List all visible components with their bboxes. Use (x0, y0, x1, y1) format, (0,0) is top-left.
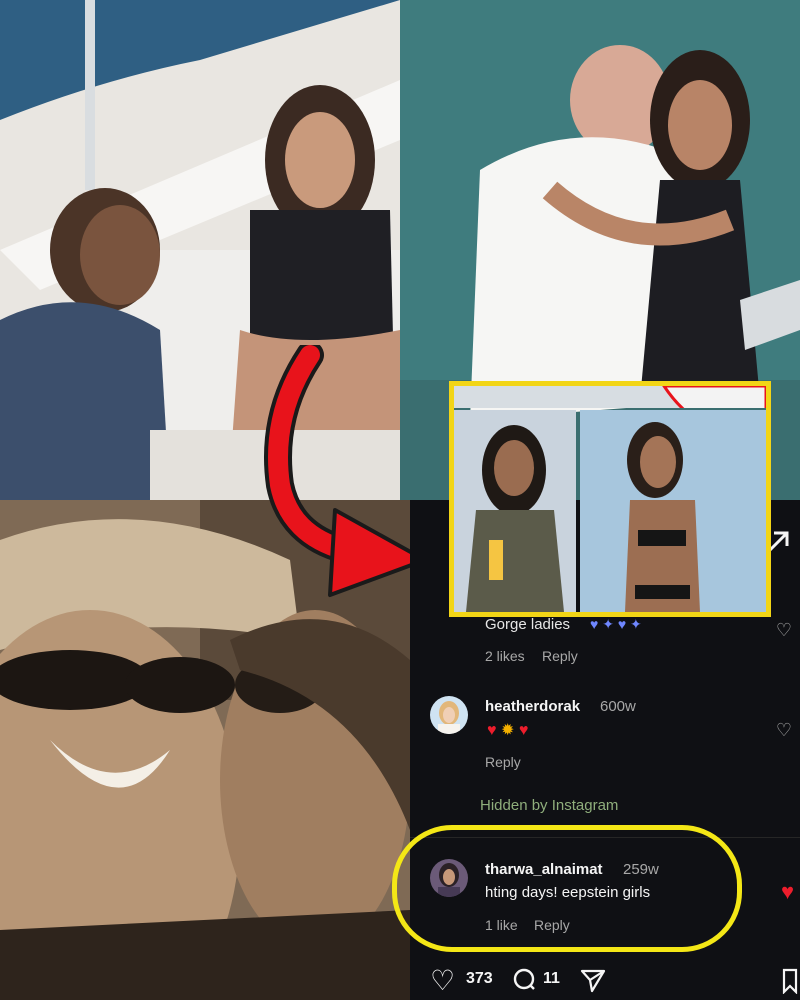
heart-outline-icon[interactable]: ♡ (776, 720, 792, 741)
like-count: 2 likes (485, 648, 525, 664)
heart-filled-icon[interactable]: ♥ (781, 879, 794, 905)
reply-link[interactable]: Reply (542, 648, 578, 664)
heart-outline-icon[interactable]: ♡ (776, 620, 792, 641)
likes-count: 373 (466, 970, 493, 987)
comment-icon[interactable] (513, 968, 535, 990)
emoji-hearts: ♥ ✹ ♥ (487, 722, 529, 739)
reply-link[interactable]: Reply (485, 754, 521, 770)
username[interactable]: heatherdorak (485, 698, 580, 715)
comment-age: 600w (600, 698, 636, 715)
highlight-oval (392, 825, 742, 952)
emoji-row: ♥ ✦ ♥ ✦ (590, 616, 642, 632)
hidden-label[interactable]: Hidden by Instagram (480, 797, 618, 814)
comments-count: 11 (543, 970, 560, 987)
comment-text: Gorge ladies (485, 616, 571, 633)
avatar[interactable] (430, 696, 468, 734)
highlight-frame (449, 381, 771, 617)
bookmark-icon[interactable] (782, 968, 798, 995)
post-action-bar: ♡ 373 11 (410, 960, 800, 1000)
share-icon[interactable] (580, 967, 606, 993)
heart-outline-icon[interactable]: ♡ (430, 964, 455, 997)
